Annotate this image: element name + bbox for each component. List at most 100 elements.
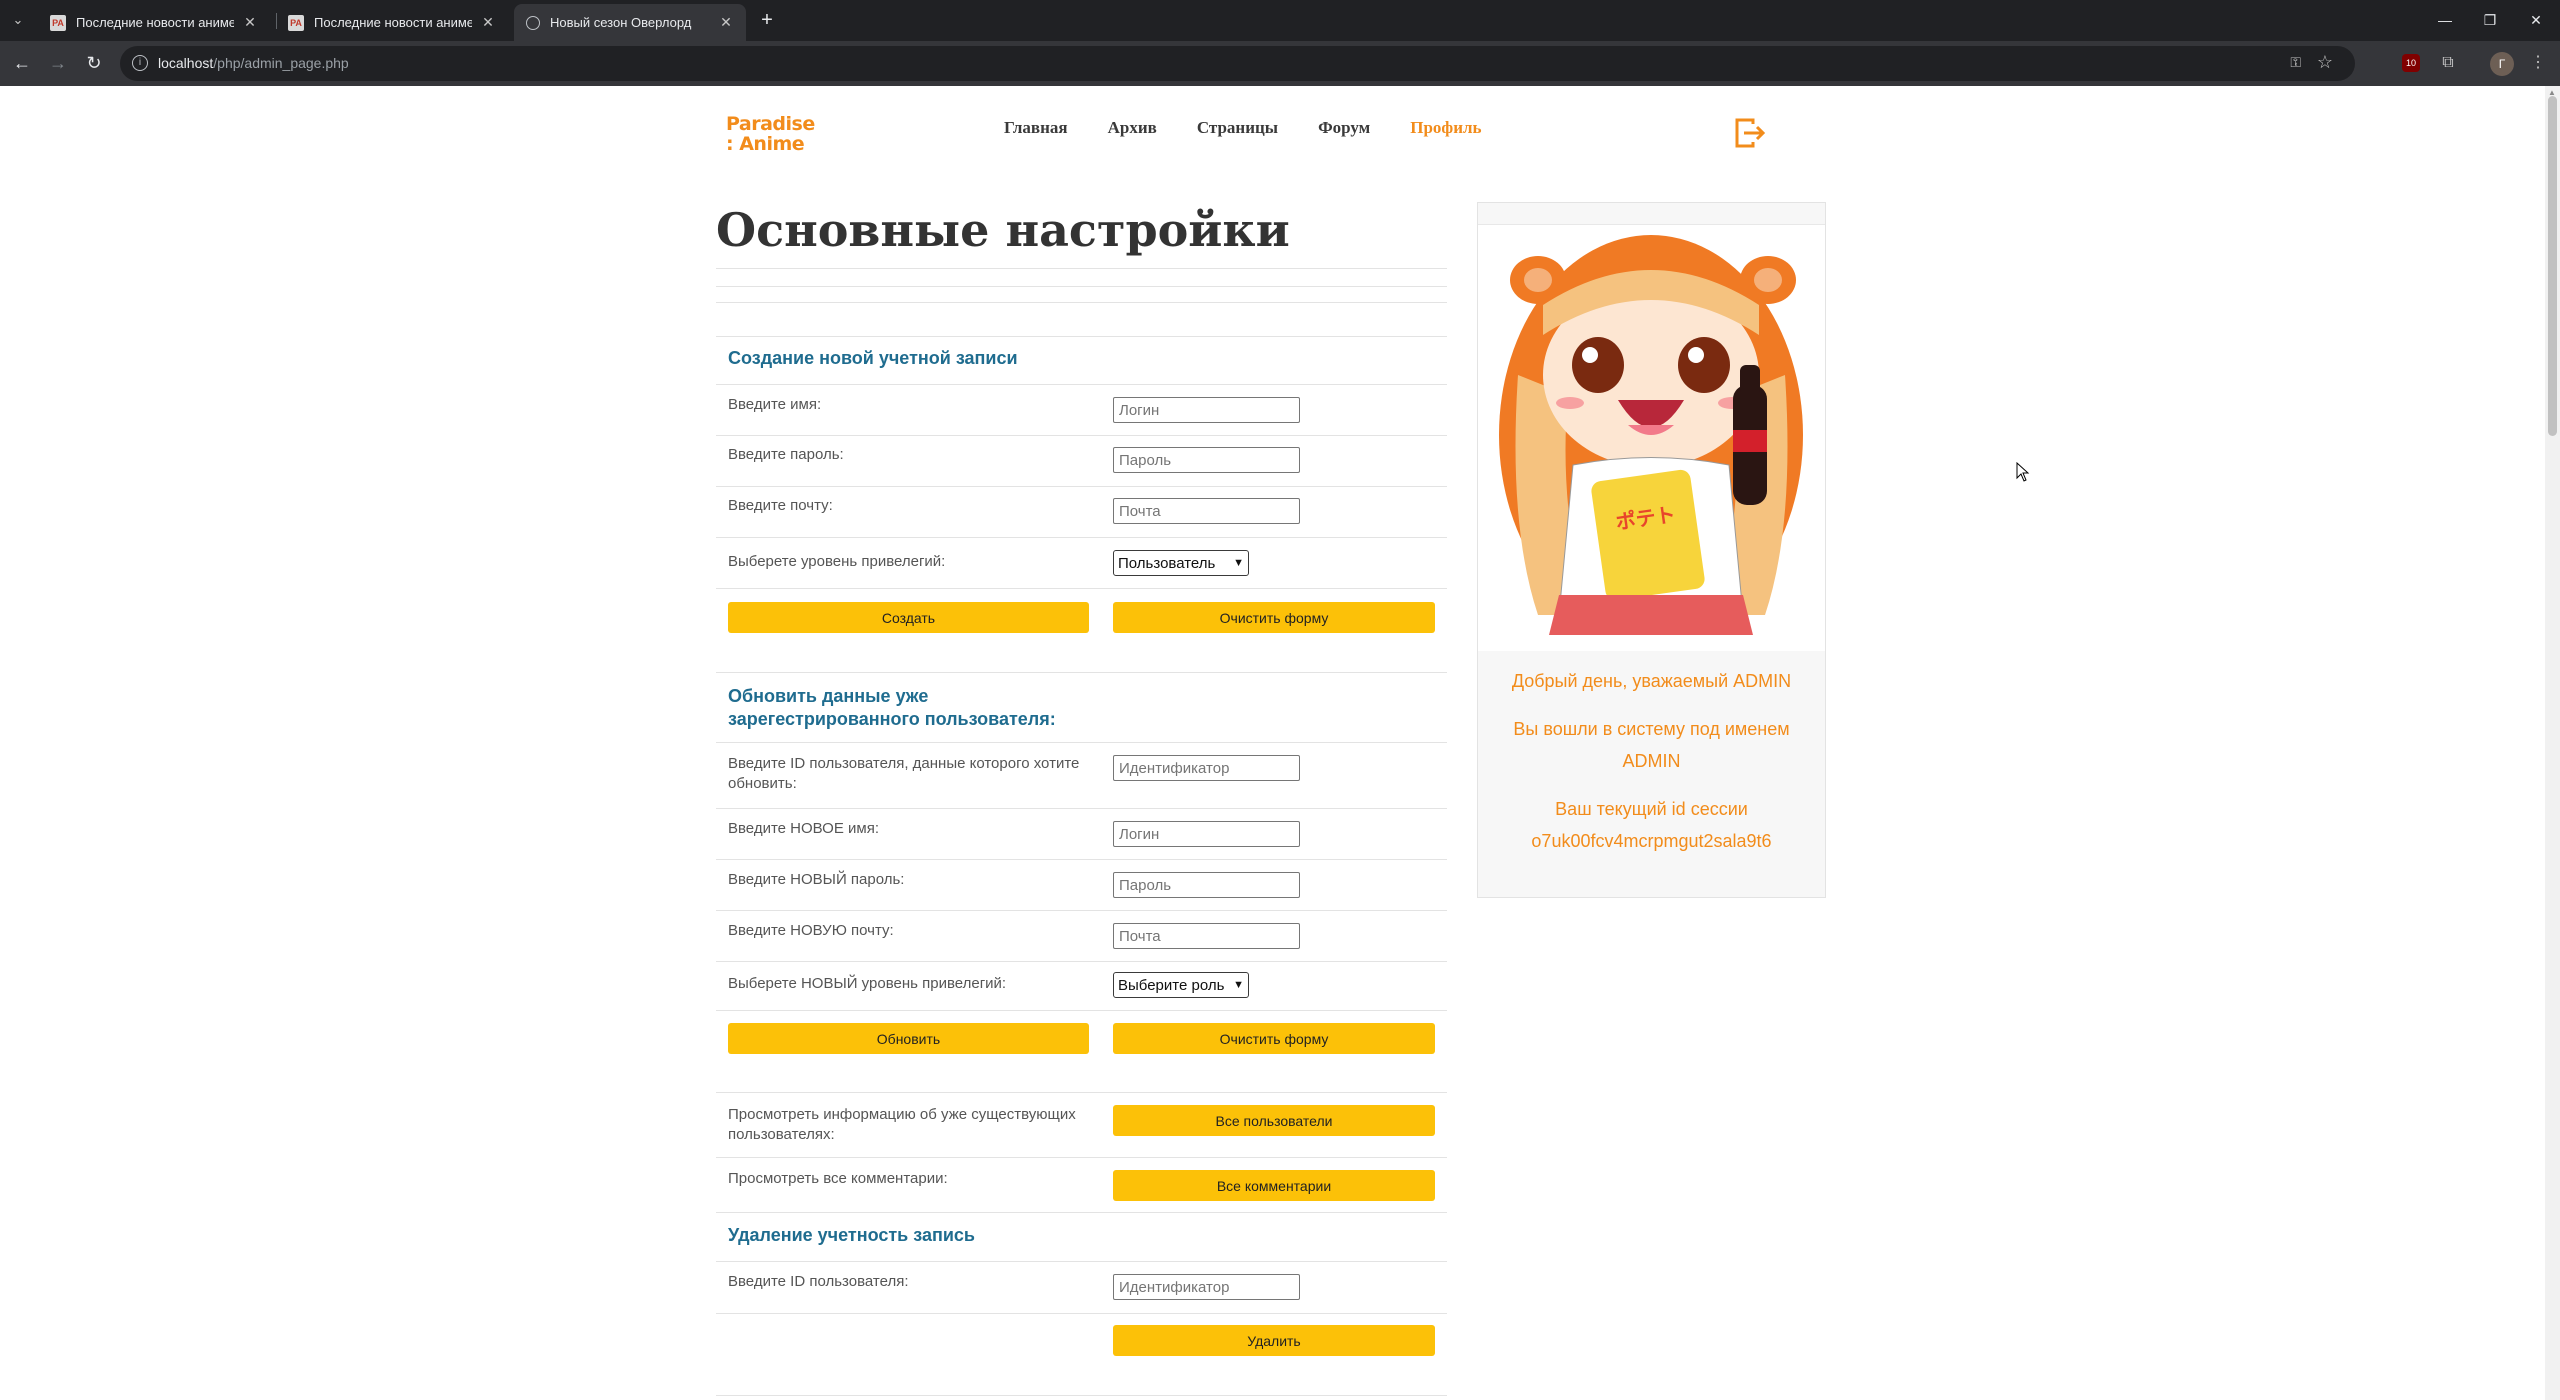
- delete-section-title: Удаление учетность запись: [728, 1225, 975, 1245]
- update-email-label: Введите НОВУЮ почту:: [728, 922, 894, 939]
- delete-submit-button[interactable]: Удалить: [1113, 1325, 1435, 1356]
- logo-line-2: : Anime: [726, 133, 805, 155]
- select-value: Выберите роль: [1118, 976, 1225, 994]
- update-privilege-select[interactable]: Выберите роль ▼: [1113, 972, 1249, 998]
- url-text[interactable]: localhost/php/admin_page.php: [158, 55, 349, 71]
- delete-section-header: Удаление учетность запись: [716, 1212, 1447, 1261]
- view-comments-label: Просмотреть все комментарии:: [728, 1170, 948, 1187]
- all-users-button[interactable]: Все пользователи: [1113, 1105, 1435, 1136]
- page-viewport: Paradise : Anime Главная Архив Страницы …: [0, 86, 2545, 1400]
- nav-link-forum[interactable]: Форум: [1318, 118, 1370, 138]
- tab-title: Последние новости аниме и...: [314, 15, 472, 30]
- update-password-input[interactable]: [1113, 872, 1300, 898]
- create-section-header: Создание новой учетной записи: [716, 336, 1447, 384]
- update-id-row: Введите ID пользователя, данные которого…: [716, 742, 1447, 808]
- scrollbar-thumb[interactable]: [2548, 96, 2557, 436]
- minimize-icon[interactable]: —: [2425, 6, 2465, 34]
- close-tab-icon[interactable]: ✕: [242, 14, 258, 31]
- browser-toolbar: ← → ↻ i localhost/php/admin_page.php ⚿ ☆…: [0, 41, 2560, 86]
- divider: [716, 302, 1447, 336]
- create-password-row: Введите пароль:: [716, 435, 1447, 486]
- globe-icon: [526, 15, 540, 30]
- create-email-label: Введите почту:: [728, 497, 833, 514]
- chevron-down-icon: ▼: [1233, 557, 1244, 569]
- window-close-icon[interactable]: ✕: [2516, 6, 2556, 34]
- logout-icon[interactable]: [1733, 116, 1767, 150]
- create-name-input[interactable]: [1113, 397, 1300, 423]
- create-password-input[interactable]: [1113, 447, 1300, 473]
- chevron-down-icon: ▼: [1233, 979, 1244, 991]
- browser-tab-3-active[interactable]: Новый сезон Оверлорд ✕: [514, 4, 746, 41]
- update-id-input[interactable]: [1113, 755, 1300, 781]
- update-email-input[interactable]: [1113, 923, 1300, 949]
- update-submit-button[interactable]: Обновить: [728, 1023, 1089, 1054]
- logged-in-line-2: ADMIN: [1622, 751, 1681, 771]
- create-email-row: Введите почту:: [716, 486, 1447, 537]
- browser-menu-icon[interactable]: ⋮: [2526, 51, 2550, 75]
- view-comments-row: Просмотреть все комментарии: Все коммент…: [716, 1157, 1447, 1212]
- site-favicon-icon: PA: [50, 14, 66, 31]
- profile-sidebar: ポテト Добрый день, уважаемый ADMIN Вы вошл…: [1477, 202, 1826, 898]
- forward-arrow-icon[interactable]: →: [46, 51, 70, 75]
- all-comments-button[interactable]: Все комментарии: [1113, 1170, 1435, 1201]
- browser-tab-2[interactable]: PA Последние новости аниме и... ✕: [276, 4, 508, 41]
- update-email-row: Введите НОВУЮ почту:: [716, 910, 1447, 961]
- browser-tab-1[interactable]: PA Последние новости аниме и... ✕: [38, 4, 270, 41]
- create-clear-button[interactable]: Очистить форму: [1113, 602, 1435, 633]
- update-clear-button[interactable]: Очистить форму: [1113, 1023, 1435, 1054]
- view-users-label: Просмотреть информацию об уже существующ…: [728, 1106, 1076, 1143]
- site-info-icon[interactable]: i: [132, 55, 148, 71]
- nav-link-home[interactable]: Главная: [1004, 118, 1068, 138]
- update-name-input[interactable]: [1113, 821, 1300, 847]
- close-tab-icon[interactable]: ✕: [480, 14, 496, 31]
- restore-icon[interactable]: ❐: [2470, 6, 2510, 34]
- create-privilege-label: Выберете уровень привелегий:: [728, 553, 946, 570]
- create-email-input[interactable]: [1113, 498, 1300, 524]
- delete-id-input[interactable]: [1113, 1274, 1300, 1300]
- ublock-extension-icon[interactable]: 10: [2402, 54, 2420, 72]
- site-logo[interactable]: Paradise : Anime: [726, 114, 816, 154]
- site-favicon-icon: PA: [288, 14, 304, 31]
- password-key-icon[interactable]: ⚿: [2290, 54, 2301, 71]
- update-actions-row: Обновить Очистить форму: [716, 1010, 1447, 1068]
- greeting-text: Добрый день, уважаемый ADMIN: [1511, 671, 1792, 691]
- nav-link-profile[interactable]: Профиль: [1410, 118, 1481, 138]
- delete-id-row: Введите ID пользователя:: [716, 1261, 1447, 1313]
- logged-in-line-1: Вы вошли в систему под именем: [1513, 719, 1790, 739]
- back-arrow-icon[interactable]: ←: [10, 51, 34, 75]
- update-section-header: Обновить данные уже зарегестрированного …: [716, 672, 1447, 742]
- reload-icon[interactable]: ↻: [82, 51, 106, 75]
- create-privilege-row: Выберете уровень привелегий: Пользовател…: [716, 537, 1447, 588]
- create-submit-button[interactable]: Создать: [728, 602, 1089, 633]
- select-value: Пользователь: [1118, 554, 1216, 572]
- profile-image: ポテト: [1478, 225, 1825, 651]
- tab-search-icon[interactable]: ⌄: [8, 10, 28, 30]
- divider: [716, 286, 1447, 302]
- nav-link-pages[interactable]: Страницы: [1197, 118, 1278, 138]
- anime-character-illustration: ポテト: [1499, 235, 1803, 635]
- create-privilege-select[interactable]: Пользователь ▼: [1113, 550, 1249, 576]
- update-name-row: Введите НОВОЕ имя:: [716, 808, 1447, 859]
- delete-actions-row: Удалить: [716, 1313, 1447, 1395]
- session-label: Ваш текущий id сессии: [1555, 799, 1748, 819]
- update-password-label: Введите НОВЫЙ пароль:: [728, 871, 905, 888]
- extensions-puzzle-icon[interactable]: ⧉: [2436, 51, 2460, 75]
- nav-link-archive[interactable]: Архив: [1108, 118, 1157, 138]
- update-id-label: Введите ID пользователя, данные которого…: [728, 755, 1080, 792]
- update-privilege-row: Выберете НОВЫЙ уровень привелегий: Выбер…: [716, 961, 1447, 1010]
- new-tab-plus-icon[interactable]: +: [755, 8, 779, 32]
- profile-avatar[interactable]: Г: [2490, 52, 2514, 76]
- create-name-label: Введите имя:: [728, 396, 822, 413]
- create-section-title: Создание новой учетной записи: [728, 348, 1018, 368]
- bookmark-star-icon[interactable]: ☆: [2317, 52, 2333, 73]
- page-scrollbar[interactable]: ▲: [2545, 86, 2560, 1400]
- view-users-row: Просмотреть информацию об уже существующ…: [716, 1092, 1447, 1157]
- main-nav: Главная Архив Страницы Форум Профиль: [1004, 118, 1522, 138]
- create-password-label: Введите пароль:: [728, 446, 844, 463]
- close-tab-icon[interactable]: ✕: [718, 14, 734, 31]
- settings-panel: Основные настройки Создание новой учетно…: [716, 200, 1447, 1396]
- create-actions-row: Создать Очистить форму: [716, 588, 1447, 644]
- address-bar[interactable]: i localhost/php/admin_page.php ⚿ ☆: [120, 46, 2355, 81]
